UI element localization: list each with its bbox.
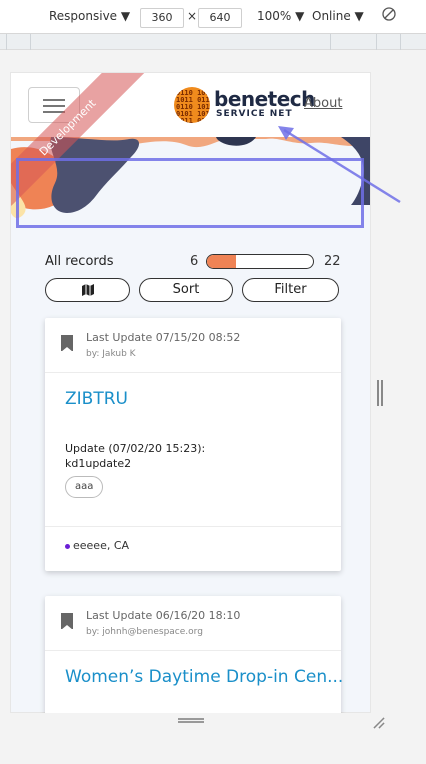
rotate-icon[interactable] xyxy=(382,7,396,24)
map-button[interactable] xyxy=(45,278,130,302)
location-dot-icon xyxy=(65,543,70,549)
map-icon xyxy=(81,284,94,296)
update-line: Update (07/02/20 15:23): xyxy=(65,442,206,455)
logo-name[interactable]: benetech xyxy=(214,87,315,111)
records-min: 6 xyxy=(190,254,199,269)
media-query-ruler xyxy=(0,34,426,50)
records-max: 22 xyxy=(324,254,341,269)
sort-button[interactable]: Sort xyxy=(139,278,233,302)
updated-by: by: Jakub K xyxy=(86,349,136,359)
logo-icon: 0110 1010 1011 0110 0110 1011 0101 1010 … xyxy=(174,87,210,123)
card-divider xyxy=(45,650,341,651)
records-slider-fill xyxy=(207,255,236,268)
card-divider xyxy=(45,372,341,373)
updated-by: by: johnh@benespace.org xyxy=(86,627,203,637)
annotation-arrow xyxy=(278,126,401,204)
device-select[interactable]: Responsive ▼ xyxy=(49,9,130,23)
devtools-toolbar: Responsive ▼ 360 × 640 100% ▼ Online ▼ xyxy=(0,0,426,34)
resize-handle-bottom[interactable] xyxy=(178,718,204,723)
records-label: All records xyxy=(45,254,114,269)
zoom-select[interactable]: 100% ▼ xyxy=(257,9,304,23)
bookmark-icon[interactable] xyxy=(61,613,73,630)
bookmark-icon[interactable] xyxy=(61,335,73,352)
records-slider[interactable] xyxy=(206,254,314,269)
width-input[interactable]: 360 xyxy=(140,8,184,28)
update-detail: kd1update2 xyxy=(65,457,132,470)
network-select[interactable]: Online ▼ xyxy=(312,9,364,23)
location-text: eeeee, CA xyxy=(73,539,130,552)
filter-button[interactable]: Filter xyxy=(242,278,339,302)
last-update: Last Update 06/16/20 18:10 xyxy=(86,609,241,622)
tag-badge[interactable]: aaa xyxy=(65,476,104,498)
logo-binary: 0110 1010 1011 0110 0110 1011 0101 1010 … xyxy=(176,89,210,124)
record-card[interactable]: Last Update 07/15/20 08:52 by: Jakub K Z… xyxy=(45,318,341,571)
card-title[interactable]: Women’s Daytime Drop-in Cen... xyxy=(65,667,343,687)
logo-subtitle: SERVICE NET xyxy=(216,109,293,119)
card-divider xyxy=(45,526,341,527)
record-card[interactable]: Last Update 06/16/20 18:10 by: johnh@ben… xyxy=(45,596,343,716)
resize-handle-right[interactable] xyxy=(377,380,383,406)
resize-corner-icon[interactable] xyxy=(372,715,386,729)
card-title[interactable]: ZIBTRU xyxy=(65,389,128,409)
about-link[interactable]: About xyxy=(304,96,342,111)
height-input[interactable]: 640 xyxy=(198,8,242,28)
card-location: eeeee, CA xyxy=(65,539,129,552)
last-update: Last Update 07/15/20 08:52 xyxy=(86,331,241,344)
dimension-separator: × xyxy=(187,9,198,23)
